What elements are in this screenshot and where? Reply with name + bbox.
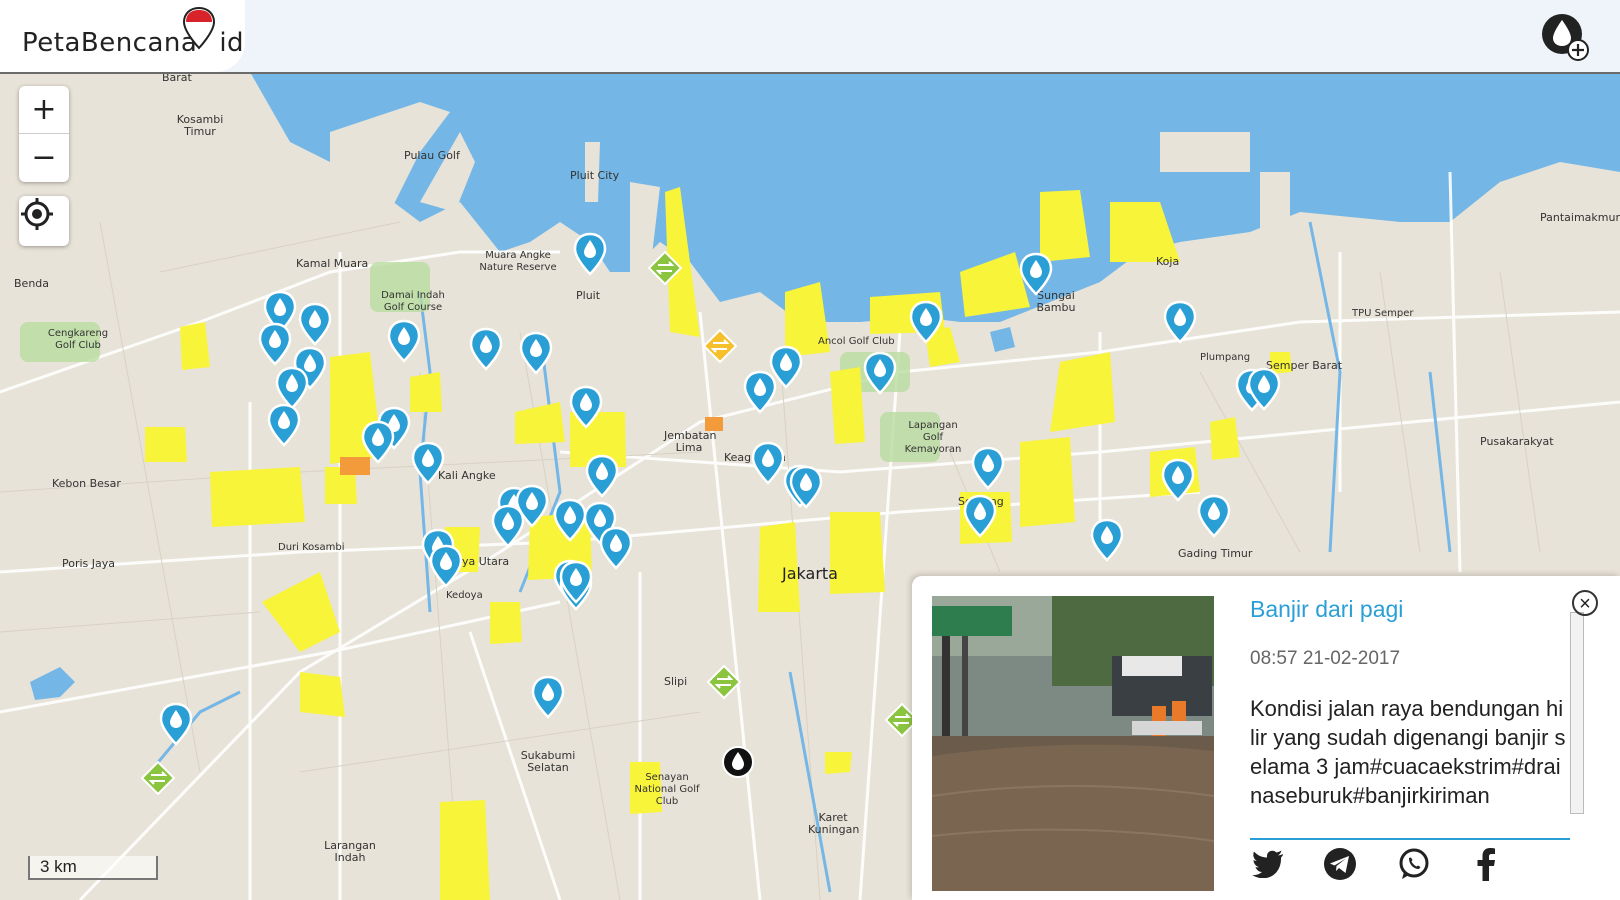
map-label: Kali Angke <box>438 469 496 482</box>
map-label: Larangan Indah <box>324 839 376 864</box>
flood-report-pin[interactable] <box>1090 518 1124 562</box>
zoom-in-button[interactable]: + <box>19 86 69 133</box>
twitter-icon[interactable] <box>1250 846 1286 882</box>
map-label: Karet Kuningan <box>808 811 860 836</box>
map-label: Gading Timur <box>1178 547 1253 560</box>
flood-report-pin[interactable] <box>1163 300 1197 344</box>
flood-report-pin[interactable] <box>519 331 553 375</box>
map-label: Kedoya <box>446 590 483 601</box>
map-label: Senayan National Golf Club <box>634 772 700 807</box>
flood-report-pin[interactable] <box>971 446 1005 490</box>
map-label: Poris Jaya <box>62 557 116 570</box>
flood-report-pin[interactable] <box>469 327 503 371</box>
telegram-icon[interactable] <box>1322 846 1358 882</box>
facebook-icon[interactable] <box>1468 846 1504 882</box>
flood-report-pin[interactable] <box>909 300 943 344</box>
flood-report-pin[interactable] <box>491 504 525 548</box>
infrastructure-report-icon[interactable] <box>707 665 741 709</box>
flood-report-pin[interactable] <box>751 441 785 485</box>
map-label: Jakarta <box>782 564 838 583</box>
locate-button[interactable] <box>19 196 69 246</box>
report-photo <box>932 596 1214 891</box>
flood-report-pin[interactable] <box>573 232 607 276</box>
flood-report-pin[interactable] <box>743 370 777 414</box>
map-label: Kosambi Timur <box>176 113 224 138</box>
whatsapp-icon[interactable] <box>1396 846 1432 882</box>
map-label: Pantaimakmur <box>1540 211 1620 224</box>
report-timestamp: 08:57 21-02-2017 <box>1250 648 1401 669</box>
infrastructure-report-icon[interactable] <box>141 761 175 805</box>
map-label: TPU Semper <box>1352 308 1414 319</box>
map-label: Ancol Golf Club <box>818 336 895 347</box>
map-label: Pusakarakyat <box>1480 435 1554 448</box>
flood-report-pin[interactable] <box>585 454 619 498</box>
flood-report-pin[interactable] <box>789 465 823 509</box>
flood-report-pin[interactable] <box>1197 494 1231 538</box>
map-label: Duri Kosambi <box>278 542 345 553</box>
logo-suffix: id <box>219 28 245 58</box>
map-label: Jembatan Lima <box>664 429 717 454</box>
infrastructure-report-icon[interactable] <box>703 329 737 373</box>
map-label: Pulau Golf <box>404 149 460 162</box>
flood-report-pin[interactable] <box>1161 458 1195 502</box>
flood-report-pin[interactable] <box>863 351 897 395</box>
map-label: Muara Angke Nature Reserve <box>479 250 557 273</box>
close-icon[interactable]: × <box>1572 590 1598 616</box>
report-title: Banjir dari pagi <box>1250 596 1404 622</box>
report-text: Kondisi jalan raya bendungan hilir yang … <box>1250 696 1566 808</box>
flood-report-pin[interactable] <box>361 420 395 464</box>
flood-report-pin[interactable] <box>267 403 301 447</box>
add-report-icon[interactable] <box>1540 10 1592 62</box>
map-label: Kebon Besar <box>52 477 121 490</box>
selected-report-pin[interactable] <box>721 745 755 789</box>
crosshair-icon <box>21 198 53 230</box>
flood-report-pin[interactable] <box>1247 367 1281 411</box>
map-scale: 3 km <box>28 856 158 880</box>
logo-text: PetaBencana <box>22 28 198 58</box>
map-label: Benda <box>14 277 50 290</box>
map-label: Pluit City <box>570 169 620 182</box>
zoom-out-button[interactable]: − <box>19 133 69 181</box>
map-label: Plumpang <box>1200 352 1251 363</box>
flood-report-pin[interactable] <box>531 675 565 719</box>
flood-report-pin[interactable] <box>963 494 997 538</box>
report-popup: Banjir dari pagi 08:57 21-02-2017 Kondis… <box>912 576 1620 900</box>
flood-report-pin[interactable] <box>553 498 587 542</box>
flood-report-pin[interactable] <box>1019 252 1053 296</box>
map-label: Koja <box>1156 255 1180 268</box>
flood-report-pin[interactable] <box>159 702 193 746</box>
top-bar: PetaBencana id <box>0 0 1620 74</box>
popup-divider <box>1250 838 1570 840</box>
flood-report-pin[interactable] <box>599 526 633 570</box>
flood-report-pin[interactable] <box>387 319 421 363</box>
map-label: Pluit <box>576 289 601 302</box>
zoom-control: + − <box>19 86 69 182</box>
map-label: Damai Indah Golf Course <box>381 290 445 313</box>
flood-report-pin[interactable] <box>258 322 292 366</box>
map-label: Kamal Muara <box>296 257 369 270</box>
map-label: Cengkareng Golf Club <box>47 328 109 351</box>
flood-report-pin[interactable] <box>411 441 445 485</box>
flood-report-pin[interactable] <box>429 544 463 588</box>
map-label: Lapangan Golf Kemayoran <box>904 420 962 455</box>
map-label: Slipi <box>664 675 688 688</box>
flood-report-pin[interactable] <box>559 560 593 604</box>
flood-report-pin[interactable] <box>569 385 603 429</box>
popup-scrollbar[interactable] <box>1570 612 1584 814</box>
map-label: Sukabumi Selatan <box>520 749 576 774</box>
infrastructure-report-icon[interactable] <box>648 251 682 295</box>
logo-pin-icon <box>182 6 216 50</box>
flood-report-pin[interactable] <box>298 302 332 346</box>
